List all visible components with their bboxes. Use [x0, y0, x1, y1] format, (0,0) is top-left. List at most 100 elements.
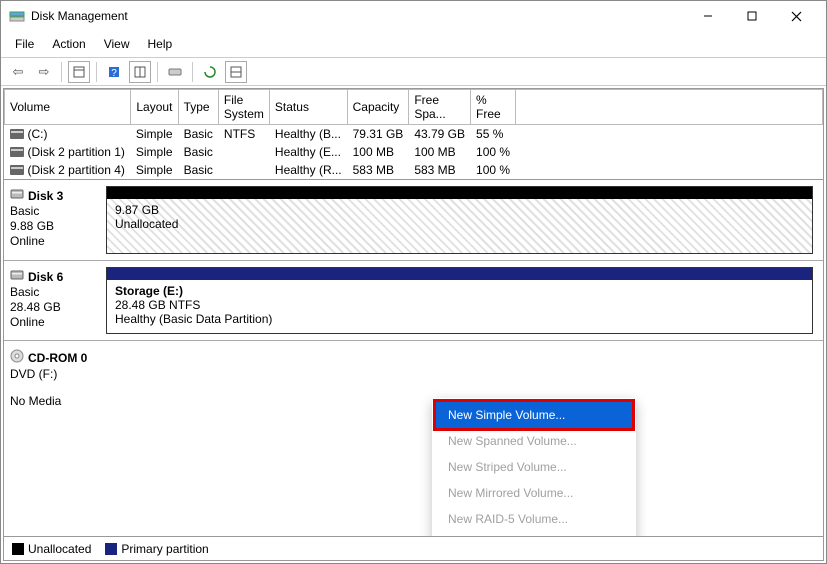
- help-icon[interactable]: ?: [103, 61, 125, 83]
- volume-cell: [218, 143, 269, 161]
- volume-cell: Simple: [131, 143, 178, 161]
- titlebar[interactable]: Disk Management: [1, 1, 826, 31]
- partition-color-bar: [107, 268, 812, 280]
- disk-size: 9.88 GB: [10, 219, 98, 233]
- column-header[interactable]: Layout: [131, 90, 178, 125]
- volume-cell: NTFS: [218, 125, 269, 144]
- disk-row: CD-ROM 0DVD (F:)No Media: [4, 340, 823, 420]
- volume-name: (Disk 2 partition 1): [28, 145, 125, 159]
- separator: [61, 62, 62, 82]
- volume-cell: 100 MB: [409, 143, 471, 161]
- context-menu-item[interactable]: New Simple Volume...: [436, 402, 632, 428]
- volume-cell: Basic: [178, 143, 218, 161]
- drive-icon: [10, 147, 24, 157]
- toolbar-disk-icon[interactable]: [164, 61, 186, 83]
- volume-cell: Basic: [178, 125, 218, 144]
- volume-name: (Disk 2 partition 4): [28, 163, 125, 177]
- volume-cell: 43.79 GB: [409, 125, 471, 144]
- volume-cell: 79.31 GB: [347, 125, 409, 144]
- column-header[interactable]: Type: [178, 90, 218, 125]
- volume-cell: Simple: [131, 125, 178, 144]
- volume-cell: Healthy (E...: [269, 143, 347, 161]
- volume-list[interactable]: VolumeLayoutTypeFile SystemStatusCapacit…: [4, 89, 823, 180]
- column-header[interactable]: Free Spa...: [409, 90, 471, 125]
- back-button[interactable]: ⇦: [7, 61, 29, 83]
- column-header[interactable]: Capacity: [347, 90, 409, 125]
- legend-unallocated: Unallocated: [12, 542, 91, 556]
- volume-cell: Healthy (R...: [269, 161, 347, 179]
- disk-row: Disk 3Basic9.88 GBOnline9.87 GBUnallocat…: [4, 180, 823, 260]
- volume-cell: 583 MB: [347, 161, 409, 179]
- partition-size: 9.87 GB: [115, 203, 804, 217]
- column-header[interactable]: % Free: [471, 90, 516, 125]
- close-button[interactable]: [774, 2, 818, 30]
- maximize-button[interactable]: [730, 2, 774, 30]
- legend: Unallocated Primary partition: [4, 536, 823, 560]
- minimize-button[interactable]: [686, 2, 730, 30]
- disk-label[interactable]: Disk 6Basic28.48 GBOnline: [4, 261, 104, 340]
- toolbar-refresh-icon[interactable]: [199, 61, 221, 83]
- disk-state: Online: [10, 315, 98, 329]
- volume-cell: 583 MB: [409, 161, 471, 179]
- toolbar-view-icon[interactable]: [68, 61, 90, 83]
- app-icon: [9, 8, 25, 24]
- volume-row[interactable]: (Disk 2 partition 1) SimpleBasic Healthy (…: [5, 143, 823, 161]
- column-header[interactable]: File System: [218, 90, 269, 125]
- volume-cell: 100 %: [471, 143, 516, 161]
- drive-icon: [10, 129, 24, 139]
- toolbar-layout-icon[interactable]: [129, 61, 151, 83]
- volume-cell: 100 %: [471, 161, 516, 179]
- partition-status: Healthy (Basic Data Partition): [115, 312, 804, 326]
- legend-primary: Primary partition: [105, 542, 208, 556]
- context-menu: New Simple Volume...New Spanned Volume..…: [432, 398, 636, 536]
- disk-label[interactable]: CD-ROM 0DVD (F:)No Media: [4, 341, 104, 420]
- hard-disk-icon: [10, 269, 24, 284]
- toolbar-list-icon[interactable]: [225, 61, 247, 83]
- graphical-view: Disk 3Basic9.88 GBOnline9.87 GBUnallocat…: [4, 180, 823, 536]
- disk-body: Storage (E:)28.48 GB NTFSHealthy (Basic …: [104, 261, 823, 340]
- disk-name: Disk 3: [28, 189, 63, 203]
- disk-name: CD-ROM 0: [28, 351, 87, 365]
- volume-cell: Basic: [178, 161, 218, 179]
- volume-cell: Healthy (B...: [269, 125, 347, 144]
- partition-title: Storage (E:): [115, 284, 804, 298]
- partition[interactable]: Storage (E:)28.48 GB NTFSHealthy (Basic …: [106, 267, 813, 334]
- disk-size: 28.48 GB: [10, 300, 98, 314]
- partition-color-bar: [107, 187, 812, 199]
- column-header[interactable]: Volume: [5, 90, 131, 125]
- partition-info: Storage (E:)28.48 GB NTFSHealthy (Basic …: [107, 280, 812, 333]
- column-header-spacer: [516, 90, 823, 125]
- volume-cell: [218, 161, 269, 179]
- menubar: File Action View Help: [1, 31, 826, 58]
- svg-text:?: ?: [111, 68, 117, 79]
- menu-help[interactable]: Help: [140, 33, 181, 55]
- disk-label[interactable]: Disk 3Basic9.88 GBOnline: [4, 180, 104, 260]
- disk-name: Disk 6: [28, 270, 63, 284]
- disk-management-window: Disk Management File Action View Help ⇦ …: [0, 0, 827, 564]
- context-menu-item: New Spanned Volume...: [432, 428, 636, 454]
- optical-disk-icon: [10, 349, 24, 366]
- volume-cell: Simple: [131, 161, 178, 179]
- disk-body: 9.87 GBUnallocated: [104, 180, 823, 260]
- context-menu-item: New Striped Volume...: [432, 454, 636, 480]
- menu-file[interactable]: File: [7, 33, 42, 55]
- partition-status: Unallocated: [115, 217, 804, 231]
- volume-row[interactable]: (C:)SimpleBasicNTFSHealthy (B...79.31 GB…: [5, 125, 823, 144]
- volume-cell: 100 MB: [347, 143, 409, 161]
- hard-disk-icon: [10, 188, 24, 203]
- volume-row[interactable]: (Disk 2 partition 4) SimpleBasic Healthy (…: [5, 161, 823, 179]
- volume-cell: 55 %: [471, 125, 516, 144]
- disk-type: Basic: [10, 204, 98, 218]
- drive-icon: [10, 165, 24, 175]
- separator: [96, 62, 97, 82]
- disk-row: Disk 6Basic28.48 GBOnlineStorage (E:)28.…: [4, 260, 823, 340]
- menu-action[interactable]: Action: [44, 33, 93, 55]
- window-title: Disk Management: [31, 9, 128, 23]
- partition[interactable]: 9.87 GBUnallocated: [106, 186, 813, 254]
- disk-type: DVD (F:): [10, 367, 98, 381]
- context-menu-item: New Mirrored Volume...: [432, 480, 636, 506]
- column-header[interactable]: Status: [269, 90, 347, 125]
- forward-button[interactable]: ⇨: [33, 61, 55, 83]
- menu-view[interactable]: View: [96, 33, 138, 55]
- toolbar: ⇦ ⇨ ?: [1, 58, 826, 86]
